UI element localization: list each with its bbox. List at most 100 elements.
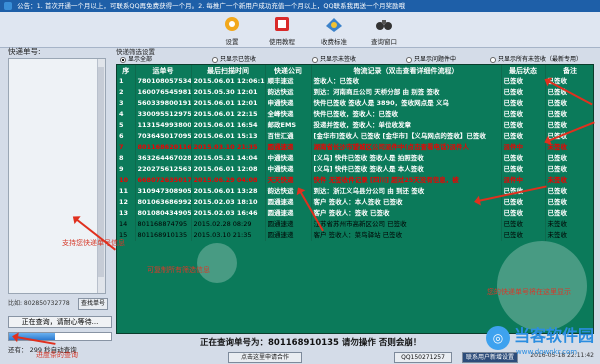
carrier-cell: 圆通速递 bbox=[265, 208, 312, 219]
log-cell: 到达：河南商丘公司 天桥分部 由 别签 签收 bbox=[311, 87, 502, 98]
col-header-index[interactable]: 序 bbox=[117, 65, 136, 76]
radio-dot bbox=[406, 56, 412, 63]
watermark-brand: 当客软件园 bbox=[514, 326, 595, 345]
carrier-cell: 圆通速递 bbox=[265, 219, 312, 230]
table-row[interactable]: 9 220275612563 2015.06.01 12:08 中通快递 [义乌] 快件… bbox=[117, 164, 593, 175]
table-row[interactable]: 7 801168620116 2015.03.10 21:35 圆通速递 湖南省长沙市望… bbox=[117, 142, 593, 153]
carrier-cell: 全峰快递 bbox=[265, 109, 312, 120]
tracking-number-textarea[interactable] bbox=[8, 58, 106, 294]
status-cell: 已签收 bbox=[501, 87, 546, 98]
scan-time-cell: 2015.06.01 12:06:14 bbox=[191, 76, 266, 87]
log-cell: 签收人：已签收 bbox=[311, 76, 502, 87]
apply-cooperation-button[interactable]: 点击这里申请合作 bbox=[228, 352, 302, 363]
radio-dot bbox=[490, 56, 496, 63]
note-cell: 已签收 bbox=[545, 109, 593, 120]
status-cell: 已签收 bbox=[501, 208, 546, 219]
note-cell: 已签收 bbox=[545, 197, 593, 208]
table-row[interactable]: 5 1131549938005 2015.06.01 16:54 邮政EMS 投递并签收… bbox=[117, 120, 593, 131]
radio-label: 只显示所有未签收（最新专用） bbox=[498, 56, 583, 63]
tracking-no-cell: 363264467028 bbox=[135, 153, 192, 164]
row-index-cell: 5 bbox=[117, 120, 136, 131]
scan-time-cell: 2015.05.30 12:01 bbox=[191, 87, 266, 98]
carrier-cell: 圆通速递 bbox=[265, 230, 312, 241]
tracking-no-cell: 801168874795 bbox=[135, 219, 192, 230]
filter-latest-unsigned-radio[interactable]: 只显示所有未签收（最新专用） bbox=[490, 54, 582, 63]
scan-time-cell: 2015.06.01 13:28 bbox=[191, 186, 266, 197]
tracking-results-grid[interactable]: 序 运单号 最后扫描时间 快递公司 物流记录（双击查看详细件流程） 最后状态 备… bbox=[116, 64, 594, 334]
tracking-no-cell: 780108057534 bbox=[135, 76, 192, 87]
note-cell: 已签收 bbox=[545, 186, 593, 197]
row-index-cell: 10 bbox=[117, 175, 136, 186]
table-row[interactable]: 14 801168874795 2015.02.28 08:29 圆通速递 江苏省苏州市… bbox=[117, 219, 593, 230]
status-cell: 已签收 bbox=[501, 131, 546, 142]
log-cell: 湖南省长沙市望城区公司派件中(点击查看电话)派件人 bbox=[311, 142, 502, 153]
tracking-no-cell: 310947308905 bbox=[135, 186, 192, 197]
table-row[interactable]: 12 801063686992 2015.02.03 18:10 圆通速递 客户 签收人… bbox=[117, 197, 593, 208]
annotation-label: 进度条的查询 bbox=[36, 351, 78, 359]
carrier-cell: 中通快递 bbox=[265, 153, 312, 164]
col-header-log[interactable]: 物流记录（双击查看详细件流程） bbox=[311, 65, 502, 76]
tracking-no-cell: 7036450170959 bbox=[135, 131, 192, 142]
binoculars-icon bbox=[376, 20, 392, 30]
row-index-cell: 4 bbox=[117, 109, 136, 120]
filter-all-radio[interactable]: 显示全部 bbox=[120, 54, 152, 63]
tracking-no-cell: 560339800191 bbox=[135, 98, 192, 109]
scan-time-cell: 2015.02.28 08:29 bbox=[191, 219, 266, 230]
filter-problem-radio[interactable]: 只显示问题件中 bbox=[406, 54, 456, 63]
table-row[interactable]: 10 668072635017 2015.06.29 04:08 天天快递 快件 无签收… bbox=[117, 175, 593, 186]
note-cell: 已签收 bbox=[545, 208, 593, 219]
decor-bubble bbox=[197, 243, 237, 283]
table-row[interactable]: 8 363264467028 2015.05.31 14:04 中通快递 [义乌] 快件… bbox=[117, 153, 593, 164]
table-row[interactable]: 15 801168910135 2015.03.10 21:35 圆通速递 客户 签收人… bbox=[117, 230, 593, 241]
col-header-note[interactable]: 备注 bbox=[545, 65, 593, 76]
table-row[interactable]: 6 7036450170959 2015.06.01 15:13 百世汇通 [金华市]签… bbox=[117, 131, 593, 142]
table-row[interactable]: 1 780108057534 2015.06.01 12:06:14 顺丰速运 签收人：… bbox=[117, 76, 593, 87]
current-query-label: 正在查询单号为：801168910135 请勿操作 否则会崩！ bbox=[200, 338, 422, 348]
radio-dot bbox=[312, 56, 318, 63]
log-cell: 快件已签收，签收人：已签收 bbox=[311, 109, 502, 120]
row-index-cell: 9 bbox=[117, 164, 136, 175]
status-cell: 派件中 bbox=[501, 142, 546, 153]
scan-time-cell: 2015.03.10 21:35 bbox=[191, 142, 266, 153]
list-scrollbar[interactable] bbox=[97, 59, 105, 293]
col-header-carrier[interactable]: 快递公司 bbox=[265, 65, 312, 76]
gear-icon bbox=[225, 17, 239, 31]
status-cell: 已签收 bbox=[501, 219, 546, 230]
pricing-button[interactable]: 收费标准 bbox=[310, 14, 358, 46]
qq-contact-button[interactable]: QQ150271257 bbox=[394, 352, 452, 363]
note-cell: 未签收 bbox=[545, 142, 593, 153]
tutorial-icon bbox=[275, 17, 289, 31]
filter-signed-radio[interactable]: 只显示已签收 bbox=[212, 54, 256, 63]
scan-time-cell: 2015.06.01 16:54 bbox=[191, 120, 266, 131]
table-row[interactable]: 13 801080434905 2015.02.03 16:46 圆通速递 客户 签收人… bbox=[117, 208, 593, 219]
status-cell: 已签收 bbox=[501, 120, 546, 131]
col-header-scan-time[interactable]: 最后扫描时间 bbox=[191, 65, 266, 76]
status-cell: 已签收 bbox=[501, 230, 546, 241]
query-window-label: 查询窗口 bbox=[371, 38, 397, 46]
table-row[interactable]: 2 1600765459814 2015.05.30 12:01 韵达快运 到达：河南商… bbox=[117, 87, 593, 98]
log-cell: [义乌] 快件已签收 签收人是 本人签收 bbox=[311, 164, 502, 175]
tracking-no-cell: 801168620116 bbox=[135, 142, 192, 153]
col-header-status[interactable]: 最后状态 bbox=[501, 65, 546, 76]
row-index-cell: 3 bbox=[117, 98, 136, 109]
tutorial-button[interactable]: 使用教程 bbox=[258, 14, 306, 46]
filter-unsigned-radio[interactable]: 只显示未签收 bbox=[312, 54, 356, 63]
log-cell: [金华市]签收人 已签收 [金华市]【义乌网点的签收】已签收 bbox=[311, 131, 502, 142]
annotation-label: 可复制所有筛选信息 bbox=[147, 266, 210, 274]
annotation-label: 您的快递单号将在这里显示 bbox=[487, 288, 571, 296]
table-row[interactable]: 3 560339800191 2015.06.01 12:01 申通快递 快件已签收 签… bbox=[117, 98, 593, 109]
find-number-button[interactable]: 查找单号 bbox=[78, 298, 108, 310]
carrier-cell: 百世汇通 bbox=[265, 131, 312, 142]
note-cell: 未签收 bbox=[545, 219, 593, 230]
countdown-label: 还有： bbox=[8, 346, 28, 354]
col-header-tracking-no[interactable]: 运单号 bbox=[135, 65, 192, 76]
row-index-cell: 13 bbox=[117, 208, 136, 219]
note-cell: 已签收 bbox=[545, 164, 593, 175]
settings-button[interactable]: 设置 bbox=[208, 14, 256, 46]
note-cell: 未签收 bbox=[545, 175, 593, 186]
tracking-no-cell: 801168910135 bbox=[135, 230, 192, 241]
query-window-button[interactable]: 查询窗口 bbox=[360, 14, 408, 46]
annotation-label: 支持您快递单号信息 bbox=[62, 239, 125, 247]
tracking-no-cell: 220275612563 bbox=[135, 164, 192, 175]
table-row[interactable]: 4 330095512975 2015.06.01 22:15 全峰快递 快件已签收，签… bbox=[117, 109, 593, 120]
